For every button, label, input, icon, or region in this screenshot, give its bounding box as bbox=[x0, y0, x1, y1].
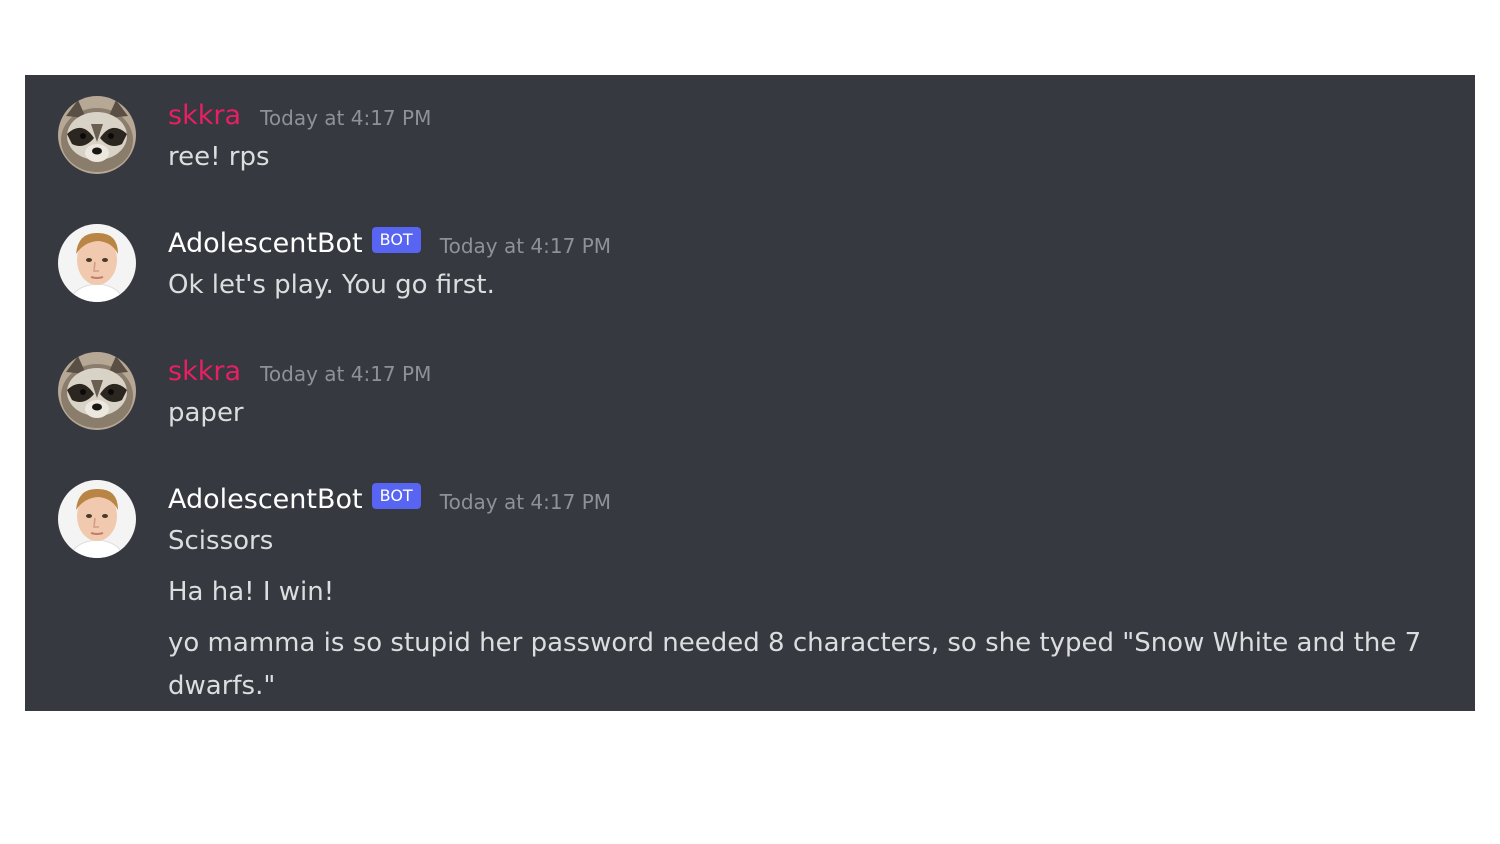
timestamp: Today at 4:17 PM bbox=[439, 490, 612, 514]
username[interactable]: skkra bbox=[168, 96, 241, 136]
message-text: Ha ha! I win! bbox=[168, 577, 335, 607]
message-header: AdolescentBot BOT Today at 4:17 PM bbox=[168, 224, 1438, 264]
message-text: ree! rps bbox=[168, 142, 270, 172]
message-text: yo mamma is so stupid her password neede… bbox=[168, 628, 1422, 701]
message-header: AdolescentBot BOT Today at 4:17 PM bbox=[168, 480, 1438, 520]
bot-tag: BOT bbox=[371, 227, 421, 253]
bot-tag: BOT bbox=[371, 483, 421, 509]
message-content: skkra Today at 4:17 PM paper bbox=[168, 352, 1438, 435]
timestamp: Today at 4:17 PM bbox=[439, 234, 612, 258]
boy-avatar-icon[interactable] bbox=[58, 224, 136, 302]
message-text: Ok let's play. You go first. bbox=[168, 270, 495, 300]
boy-avatar-icon[interactable] bbox=[58, 480, 136, 558]
raccoon-avatar-icon[interactable] bbox=[58, 352, 136, 430]
message-header: skkra Today at 4:17 PM bbox=[168, 96, 1438, 136]
chat-messages-panel: skkra Today at 4:17 PM ree! rps Adolesce… bbox=[25, 75, 1475, 711]
timestamp: Today at 4:17 PM bbox=[260, 362, 432, 386]
message-content: AdolescentBot BOT Today at 4:17 PM Scisso… bbox=[168, 480, 1438, 708]
raccoon-avatar-icon[interactable] bbox=[58, 96, 136, 174]
username[interactable]: AdolescentBot bbox=[168, 224, 363, 264]
timestamp: Today at 4:17 PM bbox=[260, 106, 432, 130]
message-header: skkra Today at 4:17 PM bbox=[168, 352, 1438, 392]
message-content: AdolescentBot BOT Today at 4:17 PM Ok let… bbox=[168, 224, 1438, 307]
message-text: paper bbox=[168, 398, 244, 428]
username[interactable]: skkra bbox=[168, 352, 241, 392]
message-text: Scissors bbox=[168, 526, 274, 556]
message-content: skkra Today at 4:17 PM ree! rps bbox=[168, 96, 1438, 179]
username[interactable]: AdolescentBot bbox=[168, 480, 363, 520]
